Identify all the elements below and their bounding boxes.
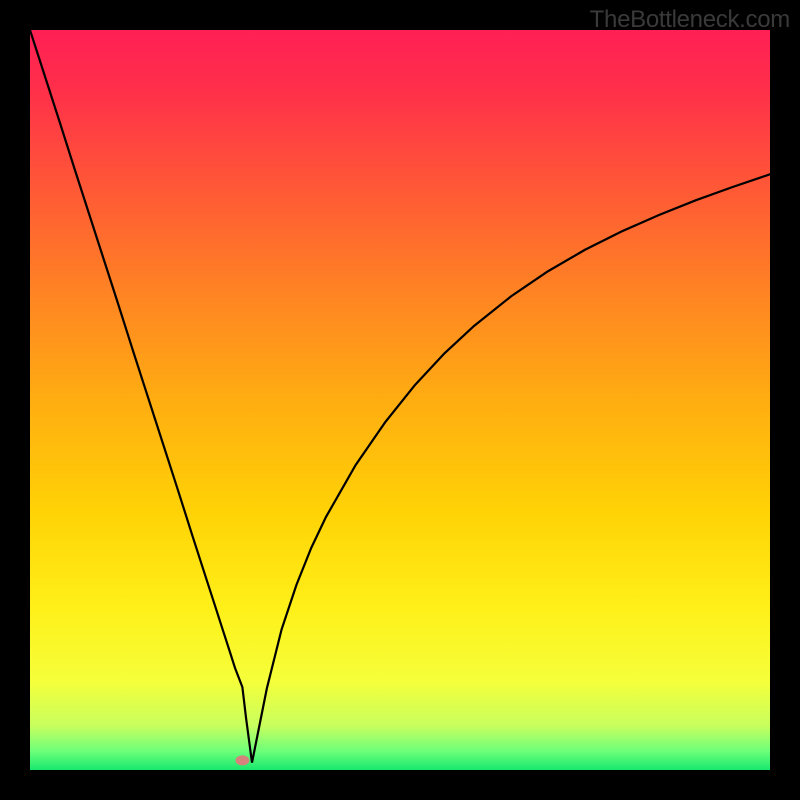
optimal-point-marker [235,755,249,765]
chart-container: TheBottleneck.com [0,0,800,800]
watermark-text: TheBottleneck.com [590,6,790,34]
gradient-background [30,30,770,770]
bottleneck-chart [30,30,770,770]
